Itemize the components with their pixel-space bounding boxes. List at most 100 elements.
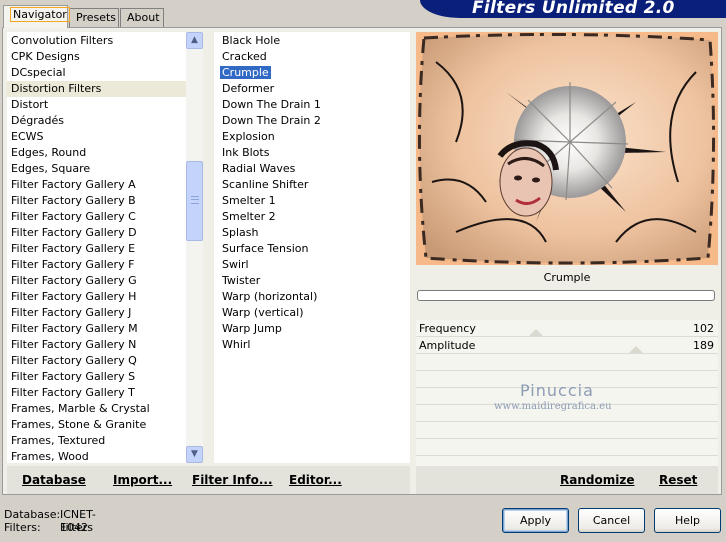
filter-item[interactable]: Radial Waves (218, 161, 410, 177)
apply-button[interactable]: Apply (502, 508, 569, 533)
category-item[interactable]: Filter Factory Gallery B (7, 193, 186, 209)
filter-item-label: Down The Drain 1 (222, 98, 321, 111)
filter-item[interactable]: Surface Tension (218, 241, 410, 257)
param-slider-marker[interactable] (629, 346, 643, 353)
category-item[interactable]: Filter Factory Gallery F (7, 257, 186, 273)
filter-item-label: Smelter 2 (222, 210, 276, 223)
category-item[interactable]: CPK Designs (7, 49, 186, 65)
category-item[interactable]: Filter Factory Gallery H (7, 289, 186, 305)
filter-item[interactable]: Ink Blots (218, 145, 410, 161)
category-item[interactable]: Filter Factory Gallery G (7, 273, 186, 289)
category-item[interactable]: Filter Factory Gallery N (7, 337, 186, 353)
tab-about[interactable]: About (120, 8, 164, 27)
filter-item[interactable]: Warp Jump (218, 321, 410, 337)
category-item[interactable]: Filter Factory Gallery Q (7, 353, 186, 369)
filter-item[interactable]: Splash (218, 225, 410, 241)
filter-item-label: Twister (222, 274, 261, 287)
reset-link[interactable]: Reset (659, 473, 697, 487)
category-item[interactable]: Filter Factory Gallery T (7, 385, 186, 401)
category-item[interactable]: Filter Factory Gallery M (7, 321, 186, 337)
status-filters-value: 1042 (60, 521, 88, 534)
filter-item[interactable]: Twister (218, 273, 410, 289)
category-item[interactable]: Filter Factory Gallery E (7, 241, 186, 257)
param-row-frequency[interactable]: Frequency 102 (416, 320, 718, 337)
database-link[interactable]: Database (22, 473, 86, 487)
filter-item-label: Warp Jump (222, 322, 282, 335)
filter-item-label: Down The Drain 2 (222, 114, 321, 127)
status-database: Database: ICNET-Filters (4, 508, 96, 534)
filter-item[interactable]: Explosion (218, 129, 410, 145)
filter-item[interactable]: Down The Drain 2 (218, 113, 410, 129)
param-row-empty (416, 422, 718, 439)
category-item[interactable]: Edges, Round (7, 145, 186, 161)
filter-item-label: Smelter 1 (222, 194, 276, 207)
filter-item-label: Cracked (222, 50, 267, 63)
param-label: Frequency (419, 322, 476, 335)
category-item[interactable]: DCspecial (7, 65, 186, 81)
filter-item-label: Splash (222, 226, 259, 239)
filter-item[interactable]: Warp (vertical) (218, 305, 410, 321)
category-item[interactable]: Convolution Filters (7, 33, 186, 49)
filter-item[interactable]: Warp (horizontal) (218, 289, 410, 305)
filter-item[interactable]: Crumple (218, 65, 410, 81)
category-item[interactable]: Filter Factory Gallery A (7, 177, 186, 193)
category-item[interactable]: Frames, Textured (7, 433, 186, 449)
tab-navigator[interactable]: Navigator (3, 5, 70, 28)
filter-item-label: Crumple (220, 66, 271, 79)
filter-item[interactable]: Cracked (218, 49, 410, 65)
filter-item-label: Surface Tension (222, 242, 309, 255)
watermark-name: Pinuccia (520, 381, 594, 400)
category-item[interactable]: Filter Factory Gallery D (7, 225, 186, 241)
category-item[interactable]: Frames, Wood (7, 449, 186, 463)
filter-info-link[interactable]: Filter Info... (192, 473, 273, 487)
editor-link[interactable]: Editor... (289, 473, 342, 487)
tab-navigator-label: Navigator (10, 7, 70, 22)
category-item[interactable]: Filter Factory Gallery J (7, 305, 186, 321)
filter-item-label: Black Hole (222, 34, 281, 47)
filter-item[interactable]: Deformer (218, 81, 410, 97)
category-item[interactable]: Filter Factory Gallery S (7, 369, 186, 385)
param-row-empty (416, 354, 718, 371)
cancel-button[interactable]: Cancel (578, 508, 645, 533)
help-button[interactable]: Help (654, 508, 721, 533)
filter-item[interactable]: Swirl (218, 257, 410, 273)
scroll-thumb[interactable] (186, 161, 203, 241)
status-filters: Filters: 1042 (4, 521, 88, 534)
import-link[interactable]: Import... (113, 473, 172, 487)
filter-item-label: Radial Waves (222, 162, 296, 175)
filter-list[interactable]: Black Hole Cracked Crumple Deformer Down The… (214, 32, 410, 463)
randomize-link[interactable]: Randomize (560, 473, 634, 487)
scroll-down-button[interactable]: ▼ (186, 446, 203, 463)
category-item[interactable]: Frames, Stone & Granite (7, 417, 186, 433)
filter-item-label: Ink Blots (222, 146, 270, 159)
app-title: Filters Unlimited 2.0 (472, 0, 675, 18)
category-item[interactable]: ECWS (7, 129, 186, 145)
app-title-banner: Filters Unlimited 2.0 (420, 0, 726, 18)
filter-item-label: Deformer (222, 82, 275, 95)
category-item[interactable]: Filter Factory Gallery C (7, 209, 186, 225)
category-list[interactable]: Convolution Filters CPK Designs DCspecial D… (7, 32, 186, 463)
tab-presets[interactable]: Presets (69, 8, 119, 27)
filter-item[interactable]: Down The Drain 1 (218, 97, 410, 113)
category-item[interactable]: Distort (7, 97, 186, 113)
category-item[interactable]: Dégradés (7, 113, 186, 129)
param-value: 189 (693, 339, 714, 352)
category-scrollbar[interactable]: ▲ ▼ (186, 32, 203, 463)
category-item[interactable]: Frames, Marble & Crystal (7, 401, 186, 417)
category-item[interactable]: Distortion Filters (7, 81, 186, 97)
category-item[interactable]: Edges, Square (7, 161, 186, 177)
preview-caption: Crumple (543, 271, 591, 284)
param-row-amplitude[interactable]: Amplitude 189 (416, 337, 718, 354)
filter-item-label: Scanline Shifter (222, 178, 309, 191)
filter-item[interactable]: Black Hole (218, 33, 410, 49)
filter-item[interactable]: Smelter 1 (218, 193, 410, 209)
filter-item[interactable]: Scanline Shifter (218, 177, 410, 193)
filter-item-label: Warp (vertical) (222, 306, 304, 319)
param-row-empty (416, 439, 718, 456)
param-slider-marker[interactable] (529, 329, 543, 336)
watermark-url: www.maidiregrafica.eu (494, 401, 612, 412)
filter-item[interactable]: Smelter 2 (218, 209, 410, 225)
scroll-up-button[interactable]: ▲ (186, 32, 203, 49)
filter-item[interactable]: Whirl (218, 337, 410, 353)
tab-presets-label: Presets (76, 11, 117, 24)
